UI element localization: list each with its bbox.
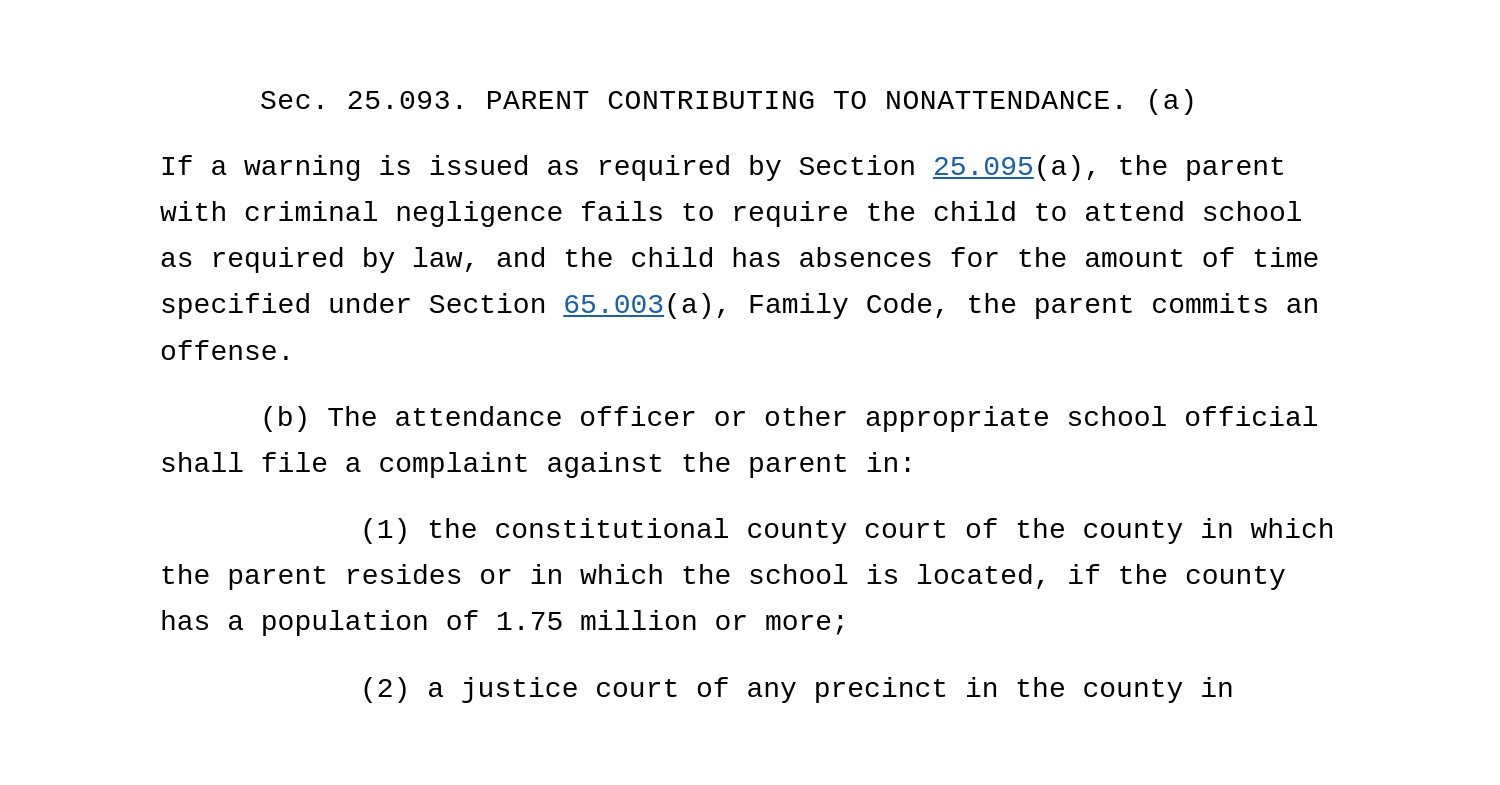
section-header-text: Sec. 25.093. PARENT CONTRIBUTING TO NONA… xyxy=(260,86,1198,117)
paragraph-item-2: (2) a justice court of any precinct in t… xyxy=(160,667,1340,713)
item-1-text: (1) the constitutional county court of t… xyxy=(160,515,1335,638)
paragraph-a: If a warning is issued as required by Se… xyxy=(160,145,1340,376)
link-65003[interactable]: 65.003 xyxy=(563,290,664,321)
link-25095[interactable]: 25.095 xyxy=(933,152,1034,183)
item-2-text: (2) a justice court of any precinct in t… xyxy=(360,674,1234,705)
paragraph-item-1: (1) the constitutional county court of t… xyxy=(160,508,1340,647)
page-content: Sec. 25.093. PARENT CONTRIBUTING TO NONA… xyxy=(0,0,1500,785)
paragraph-b-text: (b) The attendance officer or other appr… xyxy=(160,403,1319,480)
paragraph-b: (b) The attendance officer or other appr… xyxy=(160,396,1340,488)
paragraph-a-start: If a warning is issued as required by Se… xyxy=(160,152,933,183)
section-header: Sec. 25.093. PARENT CONTRIBUTING TO NONA… xyxy=(160,80,1340,125)
